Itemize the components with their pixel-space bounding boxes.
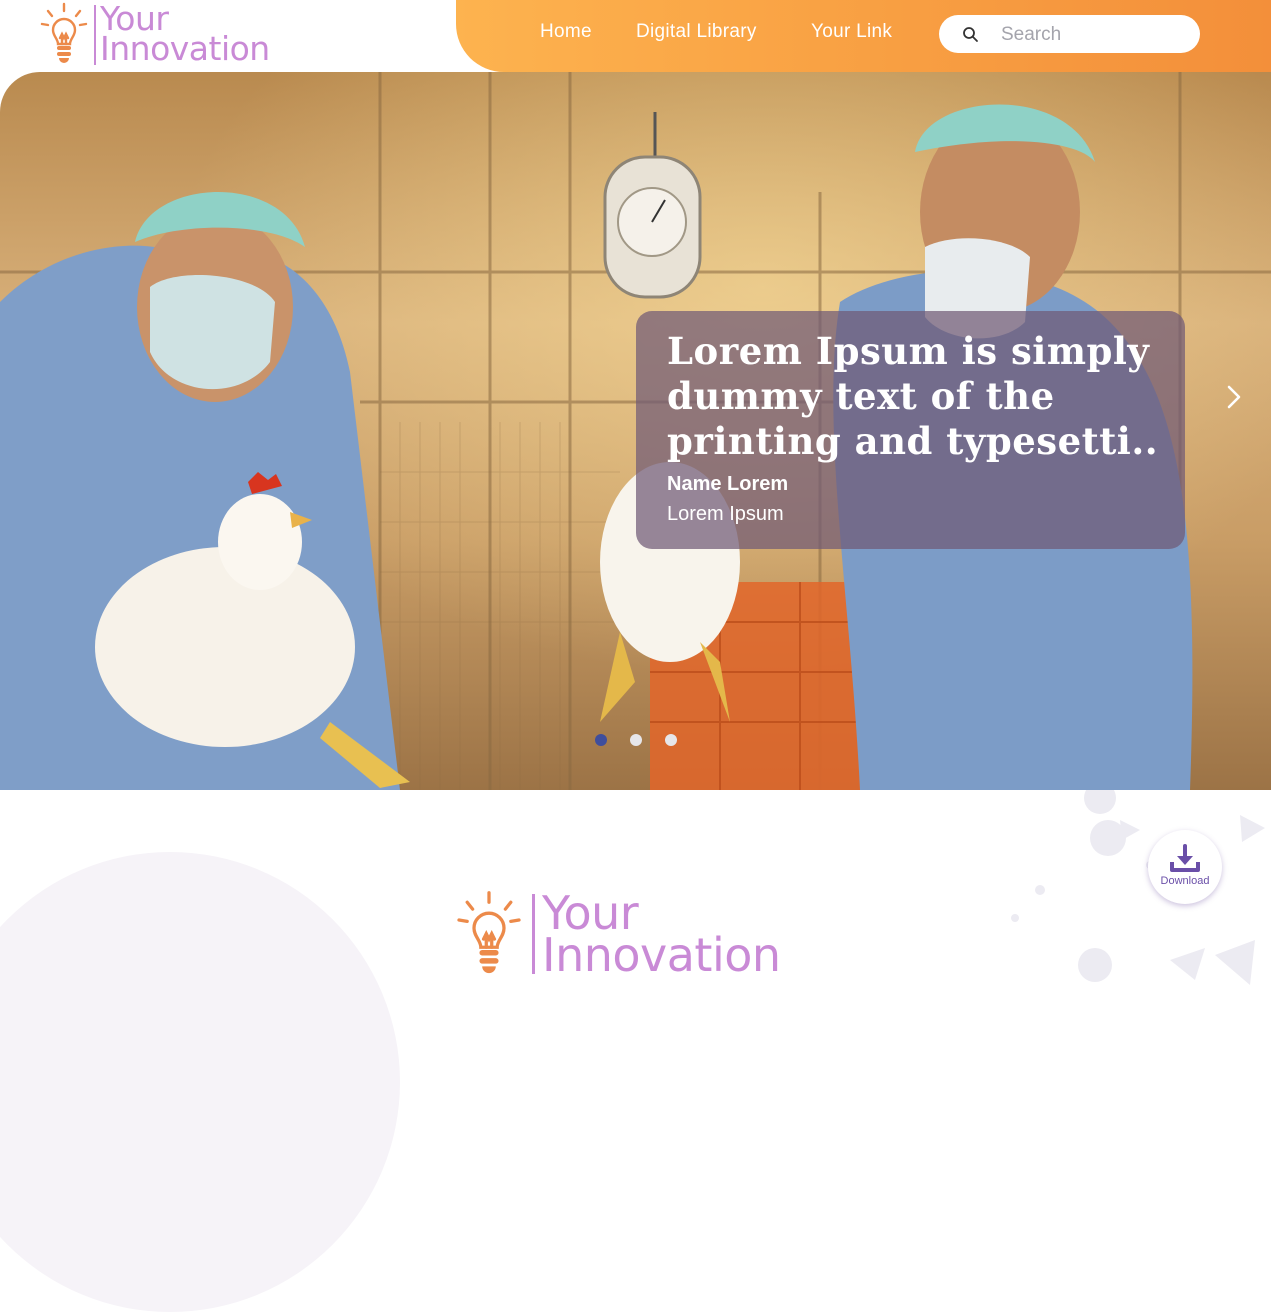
hero-title: Lorem Ipsum is simply dummy text of the …	[667, 329, 1159, 463]
download-label: Download	[1160, 875, 1210, 887]
logo-divider	[532, 894, 535, 974]
decorative-circle	[0, 852, 400, 1312]
carousel-dot-2[interactable]	[630, 734, 642, 746]
download-button[interactable]: Download	[1148, 830, 1222, 904]
brand-logo[interactable]: Your Innovation	[40, 2, 300, 68]
hero-carousel: Lorem Ipsum is simply dummy text of the …	[0, 72, 1271, 790]
logo-text-line2: Innovation	[100, 29, 270, 68]
carousel-dot-3[interactable]	[665, 734, 677, 746]
nav-home[interactable]: Home	[540, 21, 592, 43]
search-icon[interactable]	[962, 26, 979, 43]
hero-caption: Lorem Ipsum is simply dummy text of the …	[636, 311, 1185, 549]
nav-digital-library[interactable]: Digital Library	[636, 21, 757, 43]
decorative-shapes	[1011, 790, 1265, 985]
chevron-right-icon[interactable]	[1223, 382, 1245, 412]
carousel-dot-1[interactable]	[595, 734, 607, 746]
logo-divider	[94, 5, 96, 65]
hero-subtitle: Lorem Ipsum	[667, 503, 784, 525]
lightbulb-icon	[457, 891, 521, 974]
nav-your-link[interactable]: Your Link	[811, 21, 892, 43]
top-navbar: Home Digital Library Your Link	[456, 0, 1271, 72]
lightbulb-icon	[40, 2, 88, 63]
hero-author-name: Name Lorem	[667, 473, 789, 495]
search-input[interactable]	[999, 19, 1193, 51]
search-box	[939, 15, 1200, 53]
download-icon	[1170, 844, 1200, 872]
brand-logo-large: Your Innovation	[456, 890, 836, 982]
logo-text-line2: Innovation	[542, 928, 781, 982]
